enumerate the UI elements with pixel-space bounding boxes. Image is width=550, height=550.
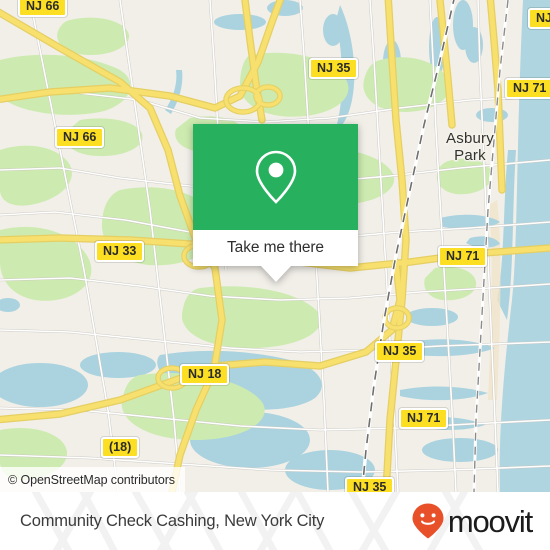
take-me-there-button[interactable]: Take me there xyxy=(193,230,358,266)
highway-shield: NJ 71 xyxy=(505,78,550,99)
highway-shield: NJ 71 xyxy=(528,8,550,29)
moovit-wordmark: moovit xyxy=(447,503,533,539)
moovit-pin-smiley-icon xyxy=(412,503,444,539)
highway-shield: NJ 66 xyxy=(55,127,105,148)
svg-text:Asbury: Asbury xyxy=(446,130,494,147)
svg-text:Park: Park xyxy=(454,147,486,164)
take-me-there-label: Take me there xyxy=(227,239,324,256)
popup-image xyxy=(193,124,358,230)
map-pin-icon xyxy=(255,150,296,204)
page-title: Community Check Cashing, New York City xyxy=(20,511,325,530)
map-popup-card[interactable]: Take me there xyxy=(193,124,358,282)
highway-shield: NJ 66 xyxy=(18,0,68,17)
moovit-brand[interactable]: moovit xyxy=(411,502,533,540)
highway-shield: NJ 18 xyxy=(180,364,230,385)
highway-shield: NJ 35 xyxy=(375,341,425,362)
footer-bar: Community Check Cashing, New York City m… xyxy=(0,492,550,550)
moovit-map-share-page: Asbury Park NJ 71 NJ 71 NJ 35 NJ 66 NJ 71 NJ … xyxy=(0,0,550,550)
highway-shield: (18) xyxy=(101,437,140,458)
highway-shield: NJ 35 xyxy=(309,58,359,79)
highway-shield: NJ 33 xyxy=(95,241,145,262)
highway-shield: NJ 71 xyxy=(438,246,488,267)
osm-attribution-text: © OpenStreetMap contributors xyxy=(8,472,175,487)
highway-shield: NJ 71 xyxy=(399,408,449,429)
osm-attribution[interactable]: © OpenStreetMap contributors xyxy=(0,467,185,492)
highway-shield: NJ 35 xyxy=(345,477,395,492)
popup-pointer-tail xyxy=(260,266,291,282)
